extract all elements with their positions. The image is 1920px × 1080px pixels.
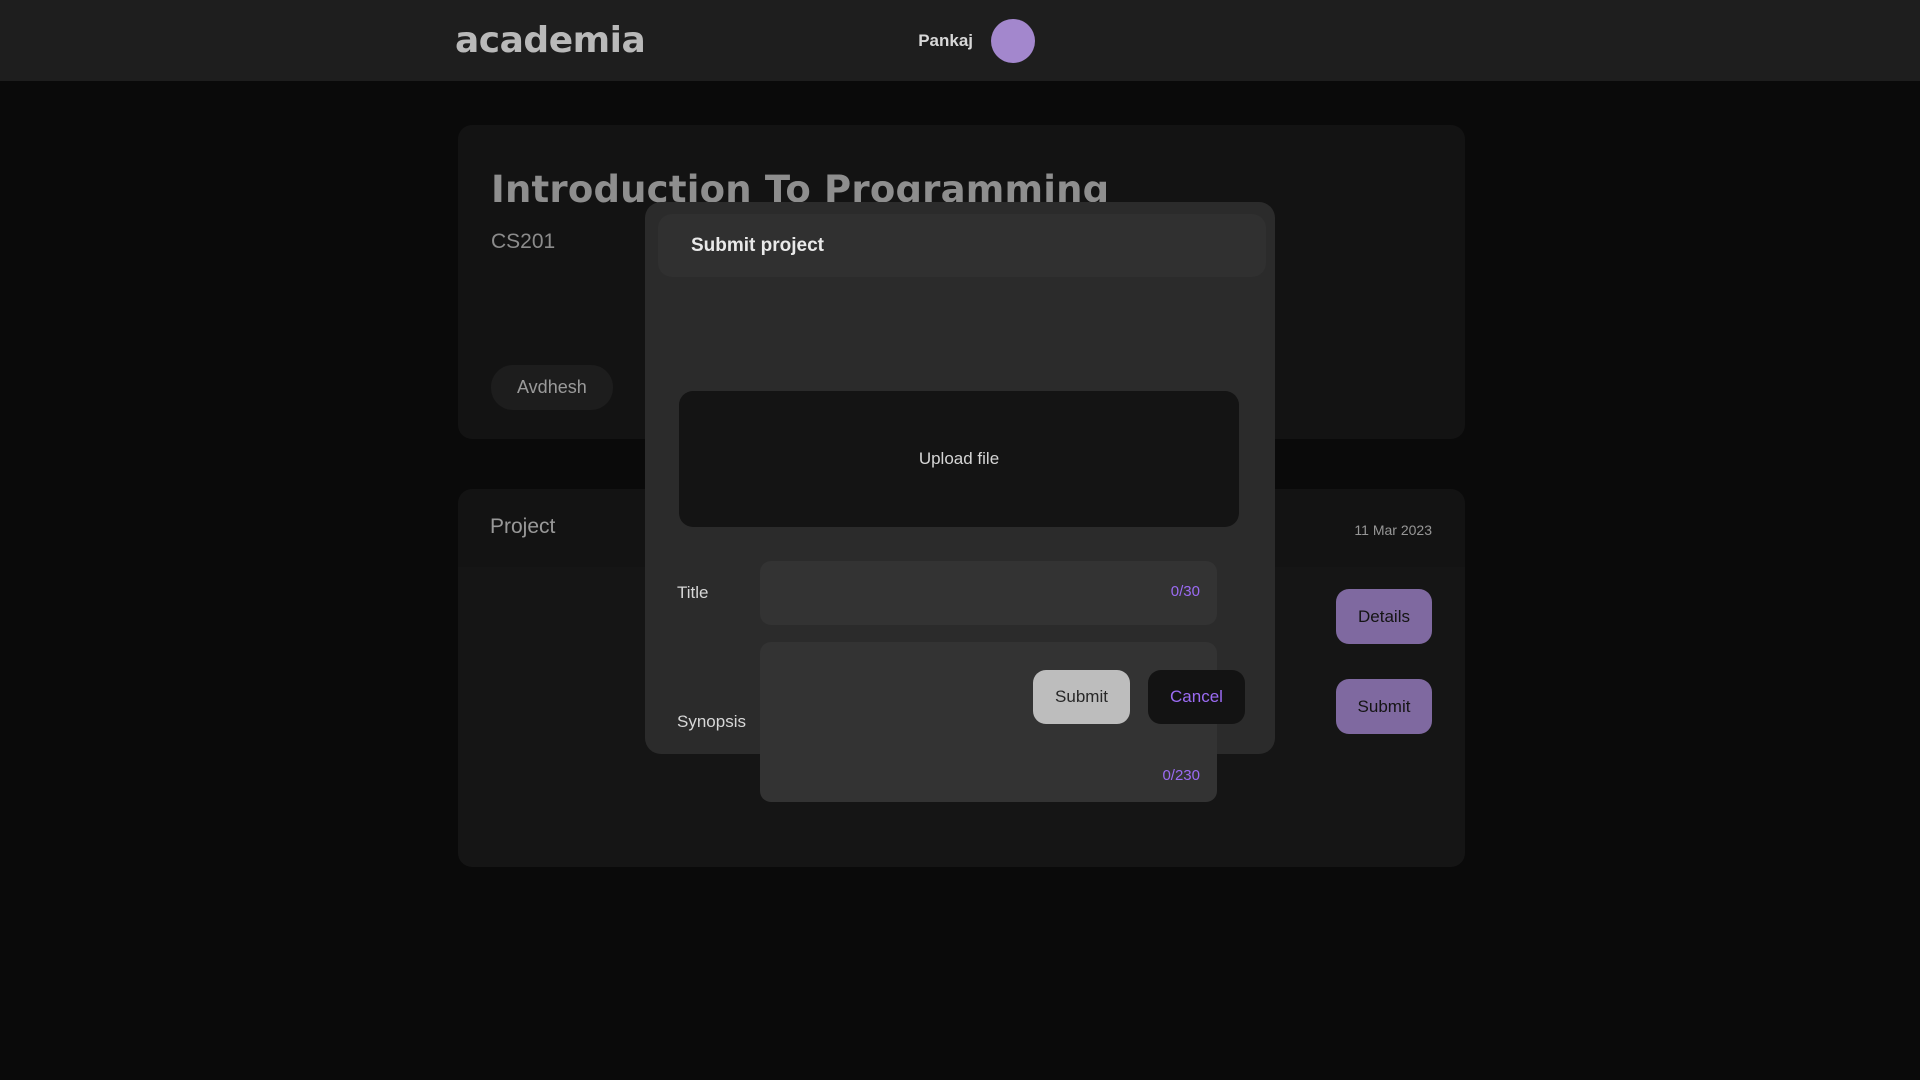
user-menu[interactable]: Pankaj <box>918 18 1035 63</box>
dialog-header: Submit project <box>658 214 1266 277</box>
brand-logo[interactable]: academia <box>455 20 646 61</box>
top-navigation-bar: academia Pankaj <box>0 0 1920 81</box>
file-upload-dropzone[interactable]: Upload file <box>679 391 1239 527</box>
avatar[interactable] <box>991 18 1035 63</box>
title-input-wrapper[interactable]: 0/30 <box>760 561 1217 625</box>
upload-file-label: Upload file <box>918 449 1000 468</box>
synopsis-char-counter: 0/230 <box>1162 767 1200 784</box>
page-content: Introduction To Programming CS201 Avdhes… <box>0 81 1920 1080</box>
title-field-row: Title 0/30 <box>645 561 1275 625</box>
title-field-label: Title <box>677 583 709 602</box>
app-root: academia Pankaj Introduction To Programm… <box>0 0 1920 1080</box>
dialog-title: Submit project <box>691 234 825 256</box>
submit-project-dialog: Submit project Upload file Title 0/30 Sy… <box>645 202 1275 802</box>
dialog-submit-button[interactable]: Submit <box>1033 670 1130 724</box>
title-char-counter: 0/30 <box>1170 583 1200 600</box>
user-name-label: Pankaj <box>918 30 973 50</box>
synopsis-field-label: Synopsis <box>677 712 746 731</box>
dialog-cancel-button[interactable]: Cancel <box>1148 670 1245 724</box>
dialog-action-bar: Submit Cancel <box>1033 670 1245 724</box>
